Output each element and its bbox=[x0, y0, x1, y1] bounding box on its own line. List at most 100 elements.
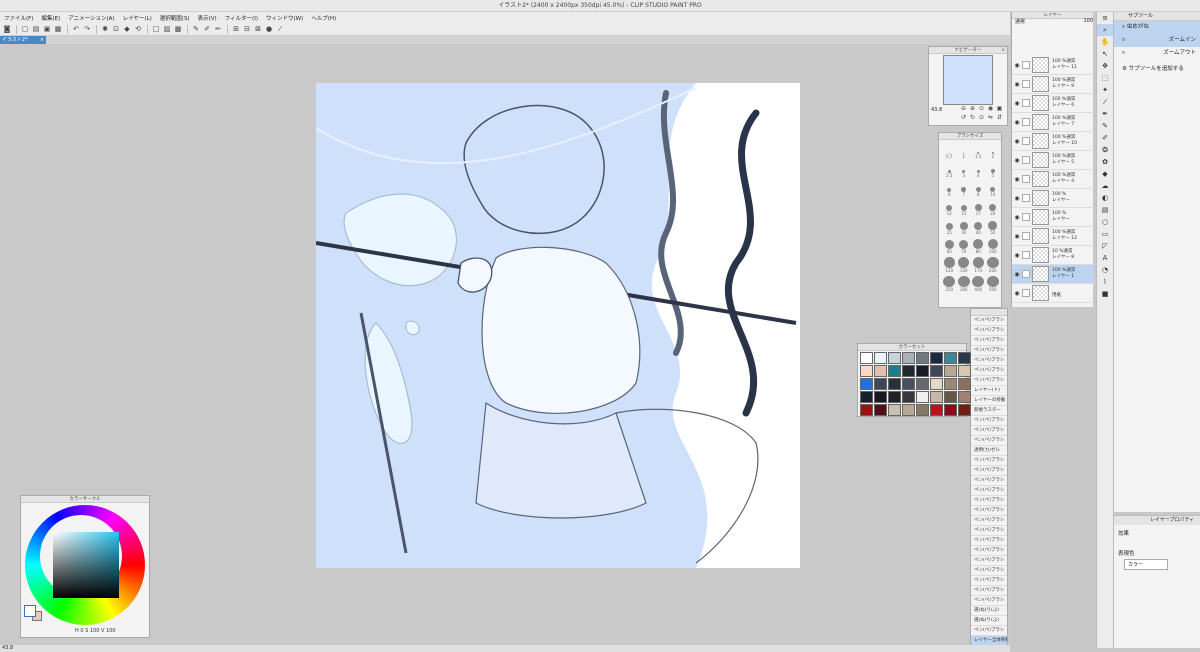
figure-icon[interactable]: ○ bbox=[1097, 216, 1113, 228]
color-swatch[interactable] bbox=[874, 365, 887, 377]
brush-size-cell[interactable]: 7 bbox=[957, 181, 972, 197]
foreground-color-swatch[interactable] bbox=[24, 605, 36, 617]
eyedropper-tool-icon[interactable]: ⁄ bbox=[1097, 96, 1113, 108]
brush-size-cell[interactable]: 15 bbox=[957, 200, 972, 216]
eye-icon[interactable]: ◉ bbox=[1012, 195, 1022, 202]
rotate-reset-icon[interactable]: ⊙ bbox=[977, 114, 986, 123]
layer-row[interactable]: ◉ 100 %通常 レイヤー 12 bbox=[1012, 227, 1094, 246]
pen-tool-icon[interactable]: ✎ bbox=[191, 24, 201, 34]
subtool-item[interactable]: ペン(ペ)ブラシ bbox=[971, 526, 1007, 536]
lock-toggle[interactable] bbox=[1022, 232, 1030, 240]
menu-help[interactable]: ヘルプ(H) bbox=[311, 14, 336, 22]
color-swatch[interactable] bbox=[958, 391, 971, 403]
color-swatch[interactable] bbox=[958, 378, 971, 390]
layer-row[interactable]: ◉ 100 %通常 レイヤー 10 bbox=[1012, 132, 1094, 151]
layer-row[interactable]: ◉ 用紙 bbox=[1012, 284, 1094, 303]
menu-selection[interactable]: 選択範囲(S) bbox=[160, 14, 190, 22]
zoom-in-icon[interactable]: ⊕ bbox=[968, 105, 977, 114]
brush-size-cell[interactable]: 40 bbox=[971, 219, 986, 235]
snap-grid-icon[interactable]: ⊟ bbox=[242, 24, 252, 34]
balloon-icon[interactable]: ◔ bbox=[1097, 264, 1113, 276]
add-subtool-button[interactable]: ⚙ サブツールを追加する bbox=[1114, 63, 1200, 76]
color-swatch-icon[interactable]: ■ bbox=[1097, 288, 1113, 300]
select-all-icon[interactable]: ▩ bbox=[173, 24, 183, 34]
subtool-item[interactable]: 選(ぬ)り(ぶ) bbox=[971, 606, 1007, 616]
brush-size-cell[interactable]: 20 bbox=[986, 200, 1001, 216]
brush-size-cell[interactable]: 250 bbox=[942, 276, 957, 292]
color-swatch[interactable] bbox=[930, 391, 943, 403]
fit-icon[interactable]: ⊙ bbox=[977, 105, 986, 114]
color-swatch[interactable] bbox=[944, 404, 957, 416]
eye-icon[interactable]: ◉ bbox=[1012, 252, 1022, 259]
settings-icon[interactable]: ≡ bbox=[1097, 12, 1113, 24]
brush-size-cell[interactable]: 2 bbox=[986, 143, 1001, 159]
brush-tool-icon[interactable]: ✐ bbox=[202, 24, 212, 34]
eye-icon[interactable]: ◉ bbox=[1012, 290, 1022, 297]
brush-size-cell[interactable]: 150 bbox=[957, 257, 972, 273]
blend-mode-select[interactable]: 通常 bbox=[1015, 19, 1025, 25]
color-swatch[interactable] bbox=[860, 404, 873, 416]
color-swatch[interactable] bbox=[902, 391, 915, 403]
eraser-icon[interactable]: ◆ bbox=[1097, 168, 1113, 180]
color-swatch[interactable] bbox=[930, 378, 943, 390]
lock-toggle[interactable] bbox=[1022, 175, 1030, 183]
pen-icon[interactable]: ✒ bbox=[1097, 108, 1113, 120]
eraser-tool-icon[interactable]: ✏ bbox=[213, 24, 223, 34]
layer-row[interactable]: ◉ 100 %通常 レイヤー 5 bbox=[1012, 151, 1094, 170]
color-swatch[interactable] bbox=[916, 404, 929, 416]
subtool-item[interactable]: ペン(ペ)ブラシ bbox=[971, 546, 1007, 556]
eye-icon[interactable]: ◉ bbox=[1012, 271, 1022, 278]
subtool-item[interactable]: ペン(ペ)ブラシ bbox=[971, 366, 1007, 376]
brush-size-cell[interactable]: 3 bbox=[957, 162, 972, 178]
subtool-item[interactable]: ペン(ペ)ブラシ bbox=[971, 456, 1007, 466]
color-swatch[interactable] bbox=[930, 365, 943, 377]
hand-tool-icon[interactable]: ✋ bbox=[1097, 36, 1113, 48]
subtool-item[interactable]: ペン(ペ)ブラシ bbox=[971, 336, 1007, 346]
color-swatch[interactable] bbox=[944, 391, 957, 403]
color-swatch[interactable] bbox=[860, 352, 873, 364]
color-swatch[interactable] bbox=[860, 378, 873, 390]
color-swatch[interactable] bbox=[902, 365, 915, 377]
color-swatch[interactable] bbox=[888, 378, 901, 390]
subtool-item[interactable]: ペン(ペ)ブラシ bbox=[971, 476, 1007, 486]
clear-icon[interactable]: ✺ bbox=[100, 24, 110, 34]
print-icon[interactable]: ▦ bbox=[53, 24, 63, 34]
transform-icon[interactable]: ⊡ bbox=[111, 24, 121, 34]
subtool-item[interactable]: ペン(ペ)ブラシ bbox=[971, 576, 1007, 586]
deselect-icon[interactable]: □ bbox=[151, 24, 161, 34]
color-swatch[interactable] bbox=[958, 404, 971, 416]
lock-toggle[interactable] bbox=[1022, 99, 1030, 107]
brush-icon[interactable]: ✐ bbox=[1097, 132, 1113, 144]
decoration-icon[interactable]: ✿ bbox=[1097, 156, 1113, 168]
eye-icon[interactable]: ◉ bbox=[1012, 138, 1022, 145]
undo-icon[interactable]: ↶ bbox=[71, 24, 81, 34]
brush-size-cell[interactable]: 12 bbox=[942, 200, 957, 216]
color-swatch[interactable] bbox=[874, 391, 887, 403]
rotate-icon[interactable]: ⟲ bbox=[133, 24, 143, 34]
color-swatch[interactable] bbox=[902, 404, 915, 416]
document-tab[interactable]: イラスト2* × bbox=[0, 36, 46, 44]
brush-size-cell[interactable]: 1.5 bbox=[971, 143, 986, 159]
brush-size-cell[interactable]: 100 bbox=[986, 238, 1001, 254]
brush-size-cell[interactable]: 5 bbox=[986, 162, 1001, 178]
gradient-icon[interactable]: ▤ bbox=[1097, 204, 1113, 216]
color-swatch[interactable] bbox=[944, 378, 957, 390]
brush-size-cell[interactable]: 120 bbox=[942, 257, 957, 273]
color-swatch[interactable] bbox=[902, 352, 915, 364]
rotate-right-icon[interactable]: ↻ bbox=[968, 114, 977, 123]
color-swatch[interactable] bbox=[888, 404, 901, 416]
brush-size-cell[interactable]: 25 bbox=[942, 219, 957, 235]
color-swatch[interactable] bbox=[874, 352, 887, 364]
close-icon[interactable]: × bbox=[1001, 47, 1005, 54]
subtool-item[interactable]: ペン(ペ)ブラシ bbox=[971, 566, 1007, 576]
lock-toggle[interactable] bbox=[1022, 251, 1030, 259]
layer-row[interactable]: ◉ 100 %通常 レイヤー 4 bbox=[1012, 170, 1094, 189]
color-swatch[interactable] bbox=[916, 352, 929, 364]
color-swatch[interactable] bbox=[888, 391, 901, 403]
subtool-item[interactable]: 新規ラスター bbox=[971, 406, 1007, 416]
subtool-item[interactable]: ペン(ペ)ブラシ bbox=[971, 596, 1007, 606]
subtool-item[interactable]: ペン(ペ)ブラシ bbox=[971, 346, 1007, 356]
color-swatch[interactable] bbox=[860, 365, 873, 377]
text-tool-icon[interactable]: A bbox=[1097, 252, 1113, 264]
snap-special-icon[interactable]: ⊠ bbox=[253, 24, 263, 34]
